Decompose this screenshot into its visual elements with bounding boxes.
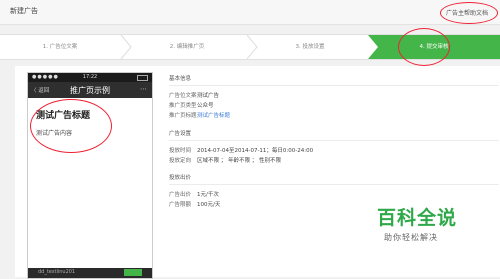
section-basic-title: 基本信息 bbox=[169, 76, 192, 82]
row-value: 1元/千次 bbox=[197, 192, 219, 198]
info-row: 广告限额 100元/天 bbox=[169, 200, 220, 208]
ad-info-panel: 基本信息 广告位文案测试广告 推广页类型公众号 推广页标题测试广告标题 广告设置… bbox=[161, 66, 499, 277]
info-row: 投放时间 2014-07-04至2014-07-11；每日0:00-24:00 bbox=[169, 146, 313, 154]
row-label: 投放定向 bbox=[169, 158, 192, 164]
step-3-label: 3. 投放设置 bbox=[295, 44, 325, 50]
row-value: 公众号 bbox=[197, 103, 214, 109]
content-panel: ●●●●● 17:22 〈 返回 推广页示例 ⋯ 测试广告标题 测试广告内容 d… bbox=[15, 66, 500, 279]
section-settings-title: 广告设置 bbox=[169, 131, 192, 137]
divider bbox=[169, 85, 499, 86]
row-value: 100元/天 bbox=[197, 202, 221, 208]
phone-preview: ●●●●● 17:22 〈 返回 推广页示例 ⋯ 测试广告标题 测试广告内容 d… bbox=[27, 72, 153, 279]
header-bar: 新建广告 广告主帮助文档 bbox=[0, 0, 500, 25]
step-1[interactable]: 1. 广告位文案 bbox=[0, 35, 120, 59]
annotation-circle-step bbox=[398, 28, 450, 66]
phone-status-bar: ●●●●● 17:22 bbox=[28, 73, 152, 82]
info-row: 广告出价 1元/千次 bbox=[169, 190, 219, 198]
page-title: 新建广告 bbox=[10, 7, 38, 15]
info-row: 推广页标题测试广告标题 bbox=[169, 111, 230, 119]
step-2[interactable]: 2. 编辑推广页 bbox=[128, 35, 246, 59]
divider bbox=[169, 184, 499, 185]
row-value: 2014-07-04至2014-07-11；每日0:00-24:00 bbox=[197, 148, 314, 154]
row-label: 广告限额 bbox=[169, 202, 192, 208]
row-label: 广告出价 bbox=[169, 192, 192, 198]
step-3[interactable]: 3. 投放设置 bbox=[254, 35, 366, 59]
divider bbox=[169, 140, 499, 141]
follow-button[interactable] bbox=[124, 269, 142, 276]
more-menu-icon[interactable]: ⋯ bbox=[140, 85, 147, 93]
watermark-title: 百科全说 bbox=[377, 207, 458, 229]
section-bid-title: 投放出价 bbox=[169, 175, 192, 181]
annotation-circle-ad bbox=[30, 99, 112, 153]
info-row: 广告位文案测试广告 bbox=[169, 91, 219, 99]
battery-icon bbox=[137, 75, 148, 81]
watermark-subtitle: 助你轻松解决 bbox=[384, 233, 438, 242]
info-row: 投放定向 区域不限 ； 年龄不限 ； 性别不限 bbox=[169, 156, 281, 164]
row-value: 测试广告 bbox=[197, 93, 220, 99]
phone-user-name: dd_testlinu201 bbox=[38, 269, 76, 275]
annotation-circle-help bbox=[440, 2, 498, 24]
row-label: 投放时间 bbox=[169, 148, 192, 154]
phone-time: 17:22 bbox=[82, 74, 98, 80]
step-1-label: 1. 广告位文案 bbox=[42, 44, 78, 50]
info-row: 推广页类型公众号 bbox=[169, 101, 214, 109]
phone-title: 推广页示例 bbox=[70, 86, 110, 95]
row-label: 推广页标题 bbox=[169, 113, 197, 119]
row-label: 广告位文案 bbox=[169, 93, 197, 99]
step-2-label: 2. 编辑推广页 bbox=[169, 44, 205, 50]
phone-nav-bar: 〈 返回 推广页示例 ⋯ bbox=[28, 82, 152, 98]
landing-page-title-link[interactable]: 测试广告标题 bbox=[197, 113, 230, 119]
row-value: 区域不限 ； 年龄不限 ； 性别不限 bbox=[197, 158, 281, 164]
row-label: 推广页类型 bbox=[169, 103, 197, 109]
